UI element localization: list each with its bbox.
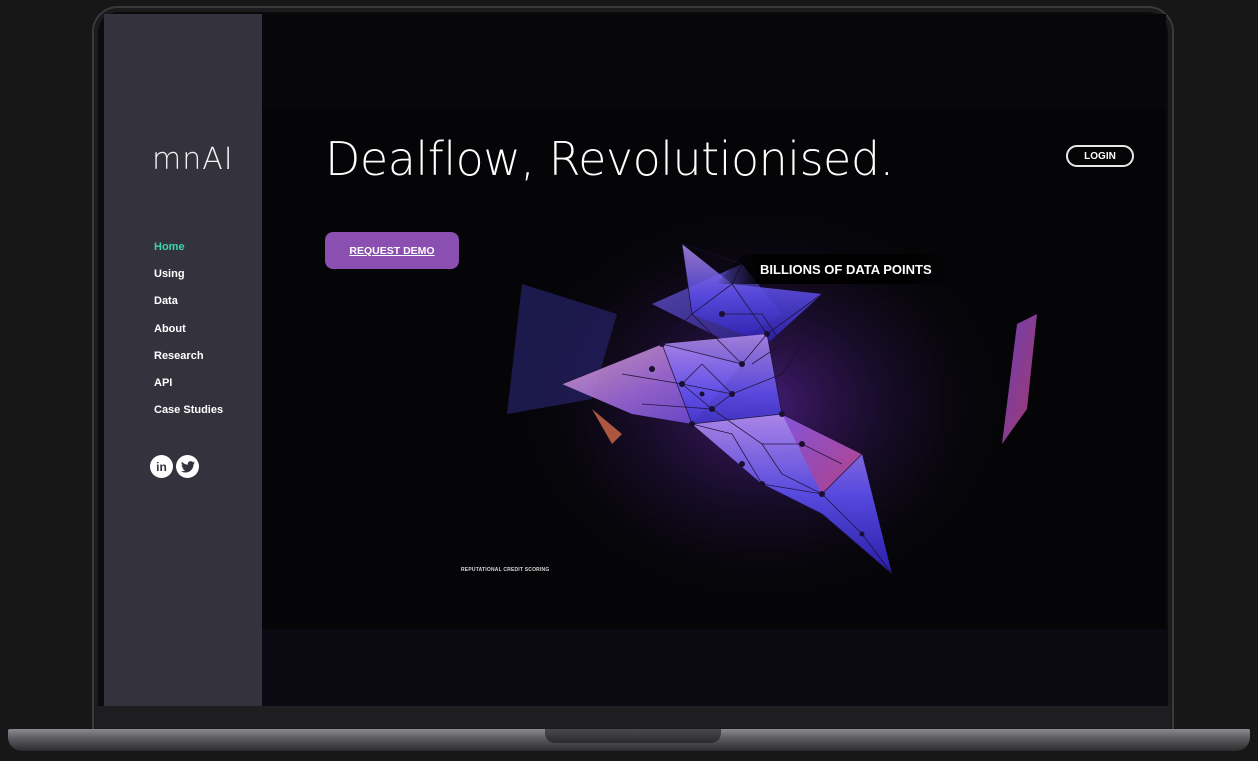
nav-item-data[interactable]: Data (154, 294, 223, 321)
logo[interactable]: mnAI (152, 142, 234, 177)
twitter-icon[interactable] (176, 455, 199, 478)
nav-item-case-studies[interactable]: Case Studies (154, 403, 223, 430)
request-demo-button[interactable]: REQUEST DEMO (325, 232, 459, 269)
laptop-mockup: mnAI Home Using Data About Research API … (0, 0, 1258, 761)
nav-item-api[interactable]: API (154, 376, 223, 403)
social-links: in (150, 455, 199, 478)
sidebar-nav: Home Using Data About Research API Case … (154, 240, 223, 430)
main-content: Dealflow, Revolutionised. LOGIN REQUEST … (262, 14, 1166, 706)
sidebar: mnAI Home Using Data About Research API … (104, 14, 262, 706)
nav-item-home[interactable]: Home (154, 240, 223, 267)
linkedin-icon[interactable]: in (150, 455, 173, 478)
page-title: Dealflow, Revolutionised. (325, 132, 894, 186)
network-illustration (502, 194, 1037, 614)
data-points-label: BILLIONS OF DATA POINTS (716, 254, 950, 284)
login-button[interactable]: LOGIN (1066, 145, 1134, 167)
screen: mnAI Home Using Data About Research API … (104, 14, 1166, 706)
nav-item-about[interactable]: About (154, 322, 223, 349)
twitter-bird-glyph (180, 460, 195, 473)
screen-bezel-bottom (96, 706, 1170, 728)
nav-item-using[interactable]: Using (154, 267, 223, 294)
nav-item-research[interactable]: Research (154, 349, 223, 376)
credit-scoring-caption: REPUTATIONAL CREDIT SCORING (461, 567, 550, 573)
laptop-base-notch (545, 729, 721, 743)
